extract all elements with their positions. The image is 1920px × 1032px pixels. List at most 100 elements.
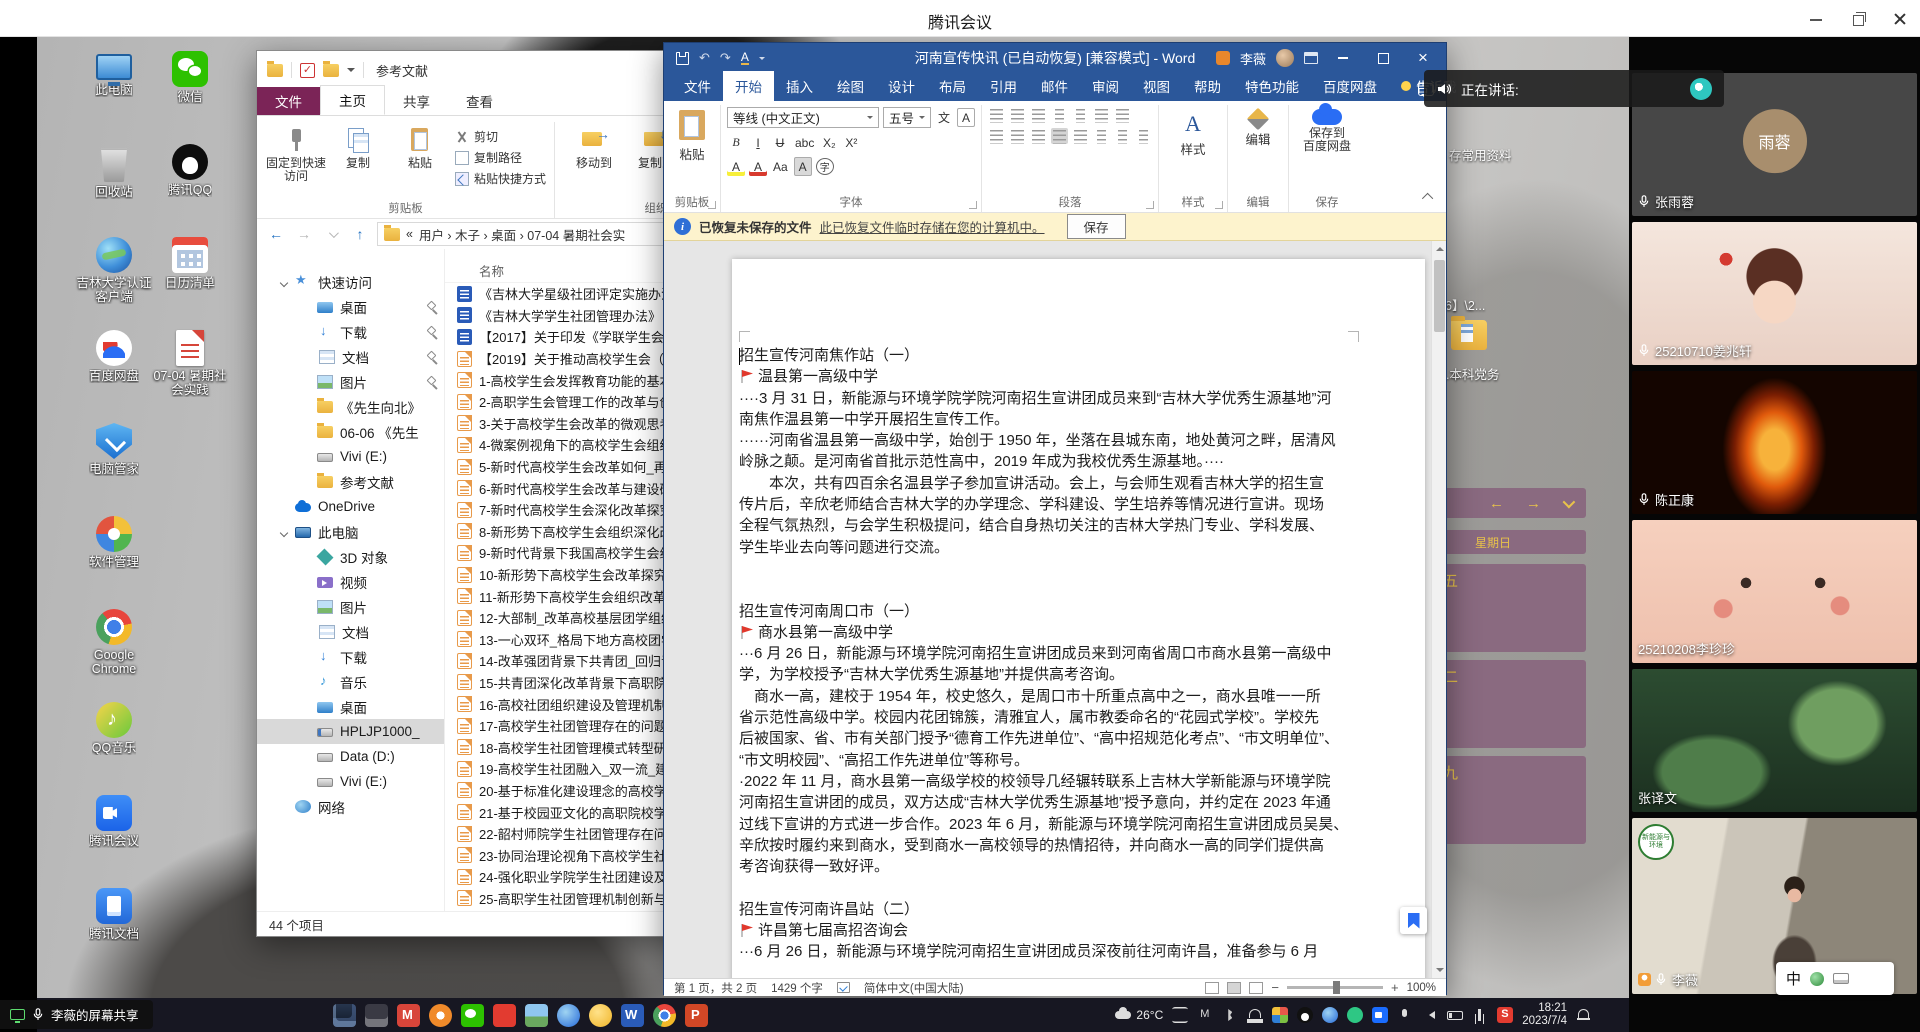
styles-button[interactable]: A 样式: [1165, 107, 1221, 158]
tray-icon[interactable]: [1497, 1007, 1513, 1023]
explorer-tab[interactable]: 主页: [320, 85, 385, 115]
line-spacing-button[interactable]: [1093, 128, 1110, 144]
text-highlight-button[interactable]: A: [727, 157, 745, 176]
vertical-scrollbar[interactable]: [1431, 241, 1446, 978]
file-row[interactable]: 18-高校学生社团管理模式转型研究_孟: [445, 736, 700, 758]
font-style-button[interactable]: X²: [842, 133, 860, 152]
desktop-folder-label[interactable]: 2.本科党务: [1439, 364, 1499, 383]
close-icon[interactable]: ×: [1408, 43, 1438, 73]
calendar-prev-icon[interactable]: ←: [1489, 495, 1504, 512]
tray-icon[interactable]: [1347, 1007, 1363, 1023]
character-shading-button[interactable]: A: [794, 157, 812, 176]
desktop-icon[interactable]: Google Chrome: [75, 609, 153, 702]
taskbar-icon[interactable]: [557, 1004, 580, 1027]
file-row[interactable]: 3-关于高校学生会改革的微观思考_基于: [445, 413, 700, 435]
desktop-icon[interactable]: 07-04 暑期社会实践: [151, 330, 229, 423]
desktop-icon[interactable]: 回收站: [75, 144, 153, 237]
pin-to-quick-access-button[interactable]: 固定到快速访问: [265, 124, 327, 183]
distribute-button[interactable]: [1072, 128, 1089, 144]
save-to-baidu-button[interactable]: 保存到百度网盘: [1295, 107, 1359, 153]
participant-tile[interactable]: 陈正康: [1632, 371, 1917, 514]
chevron-down-icon[interactable]: [347, 68, 355, 76]
tray-icon[interactable]: [1397, 1007, 1413, 1023]
nav-item[interactable]: 《先生向北》: [257, 394, 444, 419]
tray-icon[interactable]: [1447, 1011, 1463, 1020]
desktop-icon[interactable]: QQ音乐: [75, 702, 153, 795]
file-row[interactable]: 4-微案例视角下的高校学生会组织改革: [445, 434, 700, 456]
zoom-in-icon[interactable]: +: [1391, 980, 1399, 995]
chevron-down-icon[interactable]: [1563, 495, 1576, 508]
file-row[interactable]: 【2019】关于推动高校学生会（研究生: [445, 348, 700, 370]
desktop-icon[interactable]: 微信: [151, 51, 229, 144]
taskbar-icon[interactable]: [525, 1004, 548, 1027]
nav-item[interactable]: 文档: [257, 619, 444, 644]
nav-item[interactable]: HPLJP1000_: [257, 719, 444, 744]
file-row[interactable]: 21-基于校园亚文化的高职院校学生社团: [445, 801, 700, 823]
taskbar-icon[interactable]: [397, 1004, 420, 1027]
move-to-button[interactable]: 移动到: [563, 124, 625, 170]
bookmark-button[interactable]: [1400, 907, 1427, 934]
nav-item[interactable]: 06-06 《先生: [257, 419, 444, 444]
file-row[interactable]: 《吉林大学星级社团评定实施办法（试: [445, 283, 700, 305]
tray-icon[interactable]: [1172, 1007, 1188, 1023]
explorer-tab[interactable]: 文件: [257, 87, 320, 115]
ime-language[interactable]: 中: [1786, 968, 1801, 989]
taskbar-icon[interactable]: [365, 1004, 388, 1027]
file-row[interactable]: 12-大部制_改革高校基层团学组织__省: [445, 607, 700, 629]
nav-item[interactable]: Data (D:): [257, 744, 444, 769]
qat-dropdown-icon[interactable]: [759, 57, 765, 63]
file-row[interactable]: 5-新时代高校学生会改革如何_再出发_: [445, 456, 700, 478]
align-right-button[interactable]: [1030, 128, 1047, 144]
multilevel-list-button[interactable]: [1030, 107, 1047, 123]
participant-tile[interactable]: 25210710姜兆轩: [1632, 222, 1917, 365]
participant-tile[interactable]: 25210208李珍珍: [1632, 520, 1917, 663]
undo-icon[interactable]: ↶: [699, 50, 710, 66]
explorer-tab[interactable]: 共享: [385, 87, 448, 115]
font-name-select[interactable]: 等线 (中文正文): [727, 107, 879, 128]
dialog-launcher-icon[interactable]: [1146, 201, 1154, 209]
tray-icon[interactable]: [1372, 1007, 1388, 1023]
taskbar-icon[interactable]: [589, 1004, 612, 1027]
file-row[interactable]: 1-高校学生会发挥教育功能的基本逻辑: [445, 369, 700, 391]
column-header-name[interactable]: 名称: [445, 261, 700, 283]
file-row[interactable]: 11-新形势下高校学生会组织改革与转型: [445, 585, 700, 607]
editing-button[interactable]: 编辑: [1234, 107, 1282, 148]
tray-icon[interactable]: [1472, 1007, 1488, 1023]
font-color-button[interactable]: A: [749, 157, 767, 176]
notifications-icon[interactable]: [1576, 1008, 1591, 1023]
page-indicator[interactable]: 第 1 页，共 2 页: [674, 980, 757, 996]
nav-item[interactable]: 下载: [257, 319, 444, 344]
scroll-down-icon[interactable]: [1432, 962, 1446, 978]
tray-icon[interactable]: [1422, 1007, 1438, 1023]
desktop-icon[interactable]: 吉林大学认证客户端: [75, 237, 153, 330]
change-case-button[interactable]: Aa: [771, 157, 790, 176]
shading-button[interactable]: [1114, 128, 1131, 144]
nav-item[interactable]: 文档: [257, 344, 444, 369]
print-layout-icon[interactable]: [1227, 982, 1241, 994]
paste-shortcut-button[interactable]: 粘贴快捷方式: [455, 170, 546, 187]
file-row[interactable]: 16-高校社团组织建设及管理机制_以哈: [445, 693, 700, 715]
dialog-launcher-icon[interactable]: [708, 201, 716, 209]
dialog-launcher-icon[interactable]: [1215, 201, 1223, 209]
chevron-icon[interactable]: [281, 524, 295, 539]
nav-item[interactable]: 下载: [257, 644, 444, 669]
align-left-button[interactable]: [988, 128, 1005, 144]
nav-item[interactable]: 3D 对象: [257, 544, 444, 569]
file-row[interactable]: 9-新时代背景下我国高校学生会组织_改: [445, 542, 700, 564]
desktop-icon[interactable]: 电脑管家: [75, 423, 153, 516]
file-row[interactable]: 10-新形势下高校学生会改革探究_基于: [445, 564, 700, 586]
file-row[interactable]: 23-协同治理论视角下高校学生社团管: [445, 844, 700, 866]
copy-button[interactable]: 复制: [327, 124, 389, 170]
update-badge-icon[interactable]: [1216, 51, 1230, 65]
desktop-icon[interactable]: 日历清单: [151, 237, 229, 330]
paste-button[interactable]: 粘贴: [389, 124, 451, 170]
desktop-label[interactable]: 6】\2...: [1445, 295, 1485, 314]
file-row[interactable]: 17-高校学生社团管理存在的问题及对策: [445, 715, 700, 737]
ribbon-tab[interactable]: 帮助: [1182, 71, 1233, 101]
ribbon-tab[interactable]: 插入: [774, 71, 825, 101]
ribbon-tab[interactable]: 引用: [978, 71, 1029, 101]
close-icon[interactable]: [1892, 11, 1908, 27]
desktop-icon[interactable]: 百度网盘: [75, 330, 153, 423]
file-row[interactable]: 15-共青团深化改革背景下高职院校团学: [445, 672, 700, 694]
bullets-button[interactable]: [988, 107, 1005, 123]
